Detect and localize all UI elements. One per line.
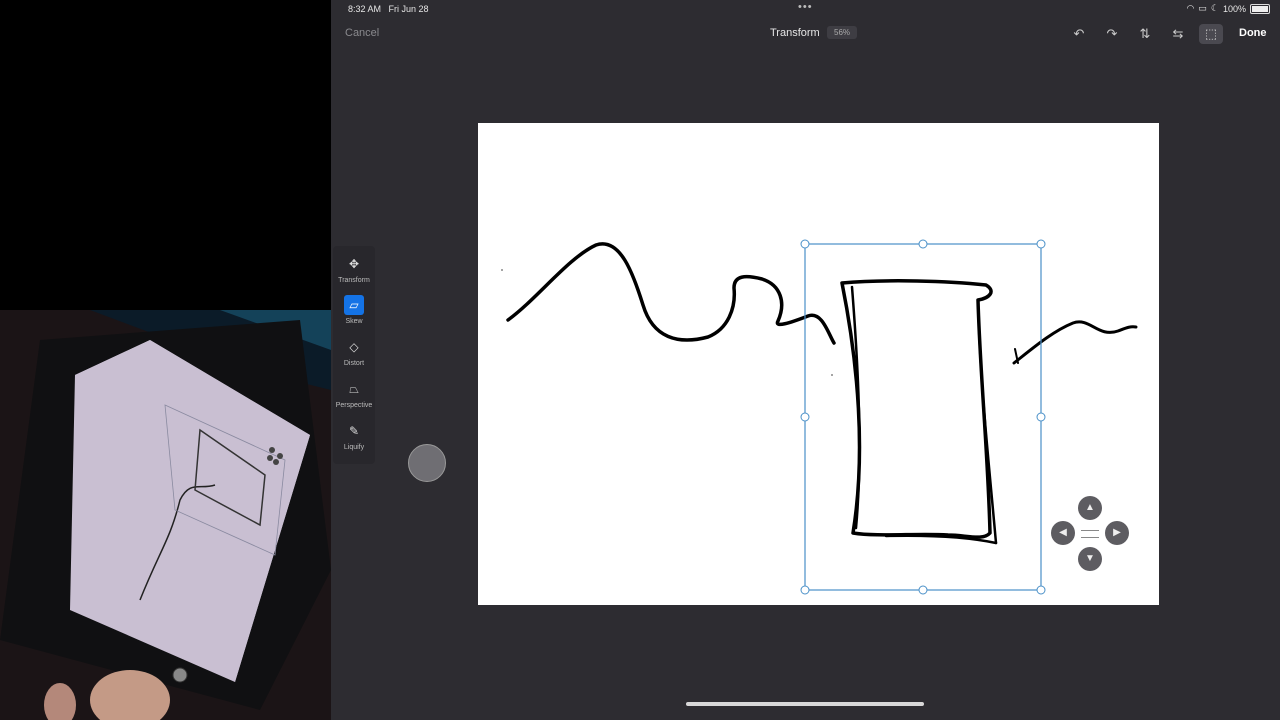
page-title: Transform: [770, 27, 820, 39]
tool-distort[interactable]: ◇ Distort: [333, 337, 375, 377]
cancel-button[interactable]: Cancel: [345, 27, 379, 39]
tool-transform[interactable]: ✥ Transform: [333, 254, 375, 294]
arrow-down-icon[interactable]: ▼: [1078, 547, 1102, 571]
liquify-icon: ✎: [348, 424, 360, 438]
nudge-grip-icon[interactable]: [1081, 530, 1099, 538]
redo-icon[interactable]: ↷: [1100, 24, 1124, 44]
camera-feed-image: [0, 310, 331, 720]
distort-icon: ◇: [349, 340, 359, 354]
wifi-icon: ◠: [1186, 3, 1195, 13]
zoom-level[interactable]: 56%: [827, 26, 858, 39]
moon-icon: ☾: [1210, 3, 1219, 13]
move-arrows-icon: ✥: [348, 257, 360, 271]
screen-mirror-icon: ▭: [1198, 3, 1207, 13]
rectangle-stroke: [840, 279, 993, 539]
skew-icon: ▱: [344, 295, 364, 315]
speck: [501, 269, 503, 271]
toolbar-actions: ↶ ↷ ⇅ ⇆ ⬚: [1067, 24, 1223, 44]
home-indicator[interactable]: [686, 702, 924, 706]
touch-indicator: [408, 444, 446, 482]
transform-tools-panel: ✥ Transform ▱ Skew ◇ Distort ⏢ Perspecti…: [333, 246, 375, 464]
camera-feed-overlay: [0, 310, 331, 720]
tool-perspective[interactable]: ⏢ Perspective: [333, 379, 375, 419]
multitasking-dots-icon[interactable]: •••: [798, 1, 813, 13]
perspective-icon: ⏢: [349, 382, 359, 396]
wave-stroke-left: [506, 242, 836, 345]
black-letterbox: [0, 0, 331, 310]
undo-icon[interactable]: ↶: [1067, 24, 1091, 44]
flip-horizontal-icon[interactable]: ⇆: [1166, 24, 1190, 44]
ipad-screen: 8:32 AM Fri Jun 28 ••• ◠ ▭ ☾ 100% Cancel…: [331, 0, 1280, 720]
flip-vertical-icon[interactable]: ⇅: [1133, 24, 1157, 44]
tool-liquify[interactable]: ✎ Liquify: [333, 421, 375, 461]
selection-handles[interactable]: [800, 239, 1046, 595]
battery-percent: 100%: [1222, 3, 1246, 14]
crop-transform-icon[interactable]: ⬚: [1199, 24, 1223, 44]
wave-stroke-right: [1012, 320, 1138, 365]
nudge-control: ▲ ◀ ▶ ▼: [1049, 496, 1131, 572]
rectangle-inner-stroke: [850, 285, 998, 545]
status-bar: 8:32 AM Fri Jun 28 ••• ◠ ▭ ☾ 100%: [331, 0, 1280, 18]
battery-icon: [1250, 3, 1270, 14]
tool-skew[interactable]: ▱ Skew: [333, 295, 375, 335]
status-indicators: ◠ ▭ ☾ 100%: [1187, 3, 1270, 14]
selection-box[interactable]: [804, 243, 1042, 591]
arrow-up-icon[interactable]: ▲: [1078, 496, 1102, 520]
status-time: 8:32 AM Fri Jun 28: [348, 4, 429, 14]
speck: [831, 374, 833, 376]
done-button[interactable]: Done: [1239, 27, 1267, 39]
top-toolbar: Cancel Transform 56% ↶ ↷ ⇅ ⇆ ⬚ Done: [331, 18, 1280, 50]
arrow-left-icon[interactable]: ◀: [1051, 521, 1075, 545]
arrow-right-icon[interactable]: ▶: [1105, 521, 1129, 545]
